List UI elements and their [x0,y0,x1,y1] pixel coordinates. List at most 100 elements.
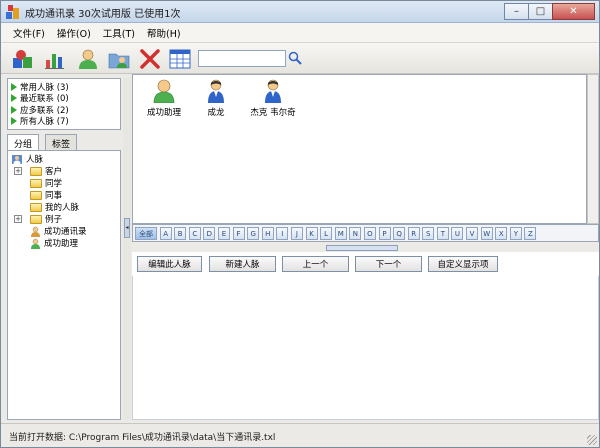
tree-item-label: 同事 [45,191,63,201]
contact-card[interactable]: 成龙 [191,79,241,118]
tree-item[interactable]: + 客户 [8,165,120,177]
alpha-filter-f[interactable]: F [232,227,245,240]
tree-item-label: 成功助理 [44,239,79,249]
alpha-filter-p[interactable]: P [378,227,391,240]
close-button[interactable]: ✕ [552,3,595,20]
category-button[interactable] [9,46,37,72]
maximize-button[interactable]: □ [528,3,553,20]
alpha-filter-g[interactable]: G [247,227,260,240]
expand-icon[interactable]: + [14,167,22,175]
menu-help[interactable]: 帮助(H) [141,26,187,40]
left-panel: 常用人脉 (3) 最近联系 (0) 应多联系 (2) 所有人脉 (7) 分组 标… [7,78,121,420]
tab-bar: 分组 标签 [7,134,121,151]
contact-button[interactable] [74,46,102,72]
alpha-filter-e[interactable]: E [217,227,230,240]
contacts-view: 成功助理 成龙 杰克 韦尔奇 [132,74,587,224]
alpha-filter-r[interactable]: R [407,227,420,240]
alpha-filter-y[interactable]: Y [509,227,522,240]
alpha-filter-q[interactable]: Q [393,227,406,240]
vertical-scrollbar[interactable] [587,74,599,224]
alpha-filter-x[interactable]: X [495,227,508,240]
menu-tools[interactable]: 工具(T) [97,26,141,40]
alpha-filter-l[interactable]: L [320,227,333,240]
status-bar: 当前打开数据: C:\Program Files\成功通讯录\data\当下通讯… [1,423,599,447]
quick-item-label: 常用人脉 (3) [20,82,69,93]
search-icon[interactable] [288,51,302,65]
contact-name: 成龙 [207,108,225,118]
tree-item[interactable]: + 例子 [8,213,120,225]
collapse-arrow-icon[interactable]: ◂ [124,218,130,238]
title-bar[interactable]: 成功通讯录 30次试用版 已使用1次 – □ ✕ [1,1,599,23]
resize-grip-icon[interactable] [587,435,597,445]
alpha-filter-v[interactable]: V [466,227,479,240]
alpha-filter-k[interactable]: K [305,227,318,240]
search-input[interactable] [198,50,286,67]
alpha-filter-u[interactable]: U [451,227,464,240]
new-contact-button[interactable]: 新建人脉 [209,256,276,272]
quick-filter-list: 常用人脉 (3) 最近联系 (0) 应多联系 (2) 所有人脉 (7) [7,78,121,130]
alpha-filter-z[interactable]: Z [524,227,537,240]
menu-operate[interactable]: 操作(O) [51,26,97,40]
person-icon [79,49,97,69]
edit-contact-button[interactable]: 编辑此人脉 [137,256,202,272]
expand-icon[interactable]: + [14,215,22,223]
view-grid-button[interactable] [166,46,194,72]
quick-item-recent[interactable]: 最近联系 (0) [11,93,117,104]
quick-item-all[interactable]: 所有人脉 (7) [11,116,117,128]
tree-item[interactable]: 同学 [8,177,120,189]
tree-item[interactable]: 同事 [8,189,120,201]
customize-display-button[interactable]: 自定义显示项 [428,256,498,272]
tree-item-label: 成功通讯录 [44,227,87,237]
alpha-filter-t[interactable]: T [436,227,449,240]
group-button[interactable] [105,46,133,72]
previous-button[interactable]: 上一个 [282,256,349,272]
alpha-filter-all[interactable]: 全部 [135,227,157,240]
minimize-button[interactable]: – [504,3,529,20]
app-logo-icon [6,5,19,19]
alpha-filter-h[interactable]: H [261,227,274,240]
tree-item[interactable]: 成功助理 [8,237,120,249]
alpha-filter-n[interactable]: N [349,227,362,240]
next-button[interactable]: 下一个 [355,256,422,272]
quick-item-frequent[interactable]: 常用人脉 (3) [11,81,117,93]
tree-item-label: 客户 [45,167,63,177]
quick-item-should-contact[interactable]: 应多联系 (2) [11,104,117,116]
alpha-filter-o[interactable]: O [363,227,376,240]
contact-card[interactable]: 杰克 韦尔奇 [243,79,303,118]
play-icon [11,82,17,91]
tree-root-label: 人脉 [26,155,44,165]
folder-person-icon [108,53,130,69]
alpha-filter-a[interactable]: A [159,227,172,240]
alpha-filter-c[interactable]: C [188,227,201,240]
person-icon [31,238,40,249]
play-icon [11,105,17,114]
quick-item-label: 所有人脉 (7) [20,117,69,128]
alpha-filter-j[interactable]: J [290,227,303,240]
menu-file[interactable]: 文件(F) [7,26,51,40]
alpha-filter-w[interactable]: W [480,227,493,240]
statistics-button[interactable] [41,46,69,72]
folder-icon [30,202,42,212]
folder-icon [30,190,42,200]
tree-root[interactable]: 人脉 [8,153,120,165]
contact-name: 成功助理 [146,108,181,118]
alpha-filter-d[interactable]: D [203,227,216,240]
tab-tags[interactable]: 标签 [45,134,78,150]
alpha-filter-i[interactable]: I [276,227,289,240]
contact-card[interactable]: 成功助理 [139,79,189,118]
delete-button[interactable] [136,46,164,72]
panel-splitter[interactable]: ◂ [123,78,131,420]
status-text: 当前打开数据: C:\Program Files\成功通讯录\data\当下通讯… [9,433,276,443]
alpha-filter-s[interactable]: S [422,227,435,240]
tree-item[interactable]: 成功通讯录 [8,225,120,237]
quick-item-label: 应多联系 (2) [20,105,69,116]
alpha-filter-m[interactable]: M [334,227,347,240]
folder-icon [30,214,42,224]
tree-item-label: 例子 [45,215,63,225]
horizontal-splitter[interactable] [326,245,398,251]
tab-group[interactable]: 分组 [7,134,40,151]
alpha-filter-b[interactable]: B [174,227,187,240]
window-title: 成功通讯录 30次试用版 已使用1次 [25,9,181,20]
tree-item[interactable]: 我的人脉 [8,201,120,213]
action-bar: 编辑此人脉 新建人脉 上一个 下一个 自定义显示项 [132,252,599,276]
